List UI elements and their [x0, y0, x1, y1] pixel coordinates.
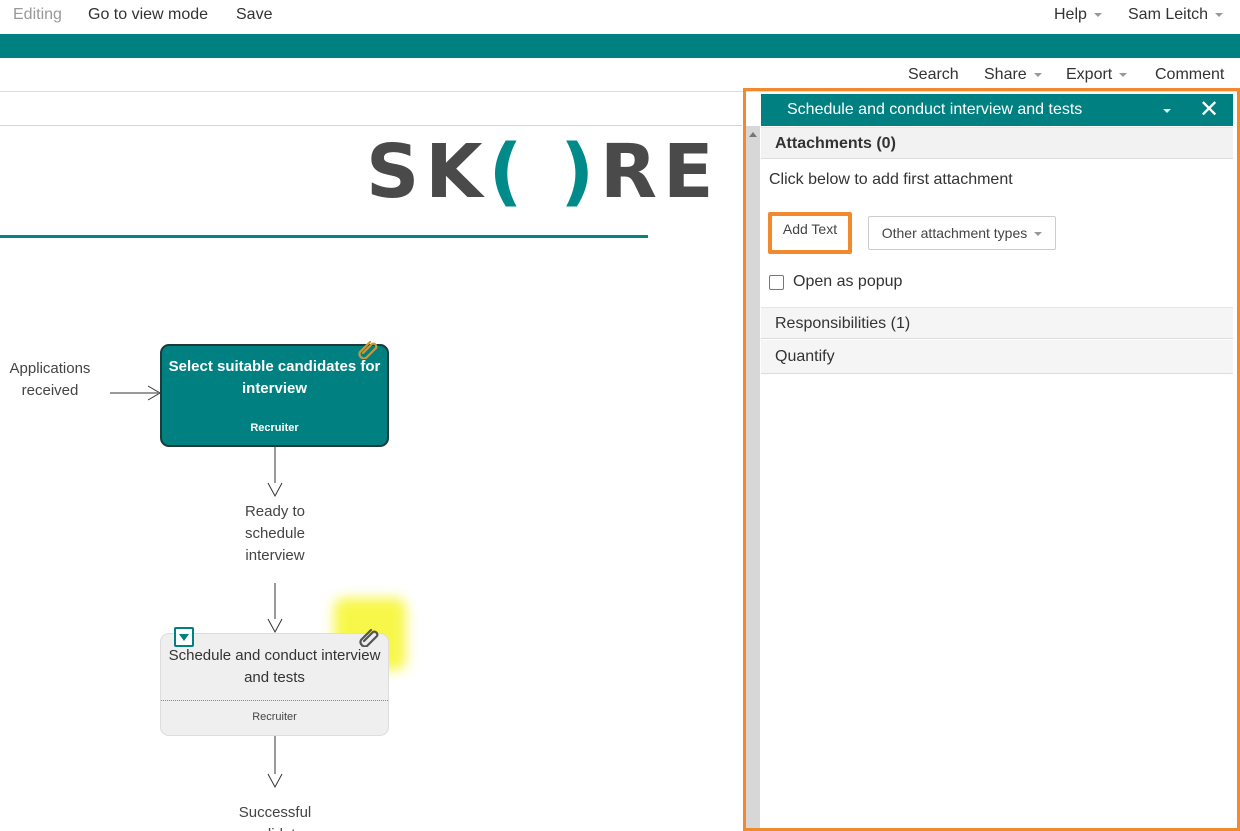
process-box-title: Select suitable candidates for interview	[168, 358, 381, 397]
header-band	[0, 34, 1240, 58]
ready-label[interactable]: Ready to schedule interview	[220, 501, 330, 567]
paperclip-icon[interactable]	[358, 625, 380, 647]
editing-mode-label: Editing	[13, 6, 62, 23]
outcome-label[interactable]: Successful candidates	[215, 802, 335, 831]
chevron-down-icon	[1093, 12, 1102, 17]
export-label: Export	[1066, 66, 1113, 83]
arrowhead-icon	[267, 618, 283, 634]
save-link[interactable]: Save	[236, 6, 272, 24]
input-label[interactable]: Applications received	[0, 358, 100, 402]
share-menu[interactable]: Share	[984, 66, 1042, 84]
top-menu-bar: Editing Go to view mode Save Help Sam Le…	[0, 0, 1240, 34]
comment-link[interactable]: Comment	[1155, 66, 1224, 84]
export-menu[interactable]: Export	[1066, 66, 1128, 84]
diagram-canvas[interactable]: SK( )RE Applications received Select sui…	[0, 93, 742, 831]
process-box-divider	[161, 700, 388, 701]
user-menu[interactable]: Sam Leitch	[1128, 6, 1224, 24]
chevron-down-icon	[1215, 12, 1224, 17]
toolbar: Search Share Export Comment	[0, 58, 1240, 92]
help-label: Help	[1054, 6, 1087, 23]
arrowhead-icon	[267, 773, 283, 789]
panel-focus-outline	[743, 88, 1240, 831]
expand-toggle-icon[interactable]	[174, 627, 194, 647]
chevron-down-icon	[1033, 72, 1042, 77]
user-name: Sam Leitch	[1128, 6, 1209, 23]
process-box-role: Recruiter	[252, 711, 297, 723]
paperclip-icon[interactable]	[357, 337, 379, 359]
help-menu[interactable]: Help	[1054, 6, 1102, 24]
process-box-role: Recruiter	[250, 422, 299, 434]
go-to-view-mode-link[interactable]: Go to view mode	[88, 6, 208, 24]
share-label: Share	[984, 66, 1027, 83]
search-link[interactable]: Search	[908, 66, 959, 84]
arrowhead-icon	[267, 482, 283, 498]
process-box-select-candidates[interactable]: Select suitable candidates for interview…	[160, 344, 389, 447]
process-box-schedule-interview[interactable]: Schedule and conduct interview and tests…	[160, 633, 389, 736]
chevron-down-icon	[1119, 72, 1128, 77]
process-box-title: Schedule and conduct interview and tests	[168, 647, 381, 686]
